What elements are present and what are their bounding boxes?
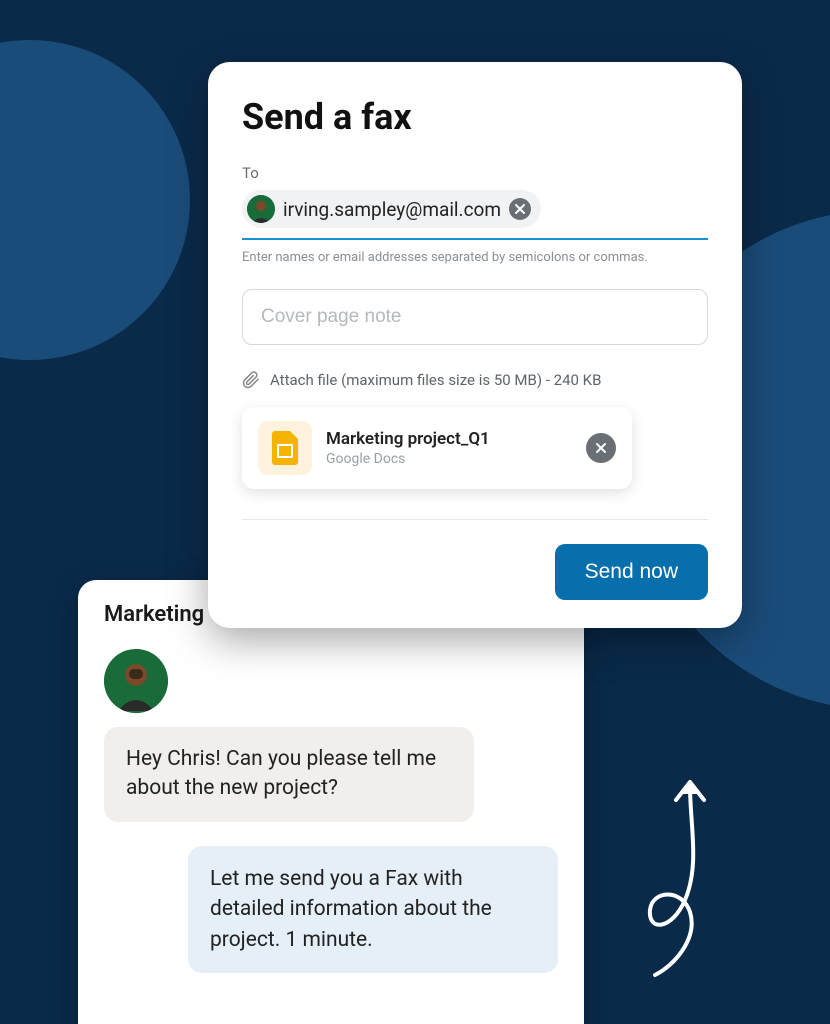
chat-message-outgoing: Let me send you a Fax with detailed info… xyxy=(188,846,558,973)
cover-note-input[interactable] xyxy=(242,289,708,345)
send-now-button[interactable]: Send now xyxy=(555,544,708,600)
avatar xyxy=(247,195,275,223)
close-icon xyxy=(515,204,525,214)
chat-panel: Marketing Hey Chris! Can you please tell… xyxy=(78,580,584,1024)
arrow-decoration xyxy=(630,770,740,980)
recipient-chip: irving.sampley@mail.com xyxy=(242,190,541,228)
paperclip-icon xyxy=(242,371,260,389)
to-helper-text: Enter names or email addresses separated… xyxy=(242,250,708,265)
recipient-email: irving.sampley@mail.com xyxy=(283,198,501,221)
to-field[interactable]: irving.sampley@mail.com xyxy=(242,190,708,240)
remove-attachment-button[interactable] xyxy=(586,433,616,463)
attachment-name: Marketing project_Q1 xyxy=(326,429,572,449)
close-icon xyxy=(595,442,607,454)
card-title: Send a fax xyxy=(242,96,708,138)
google-slides-icon xyxy=(258,421,312,475)
to-label: To xyxy=(242,164,708,182)
remove-recipient-button[interactable] xyxy=(509,198,531,220)
avatar xyxy=(104,649,168,713)
divider xyxy=(242,519,708,520)
chat-message-incoming: Hey Chris! Can you please tell me about … xyxy=(104,727,474,822)
attach-file-row[interactable]: Attach file (maximum files size is 50 MB… xyxy=(242,371,708,389)
attachment-card: Marketing project_Q1 Google Docs xyxy=(242,407,632,489)
decorative-circle xyxy=(0,40,190,360)
attachment-source: Google Docs xyxy=(326,451,572,467)
send-fax-card: Send a fax To irving.sampley@mail.com En… xyxy=(208,62,742,628)
attach-label: Attach file (maximum files size is 50 MB… xyxy=(270,371,601,389)
